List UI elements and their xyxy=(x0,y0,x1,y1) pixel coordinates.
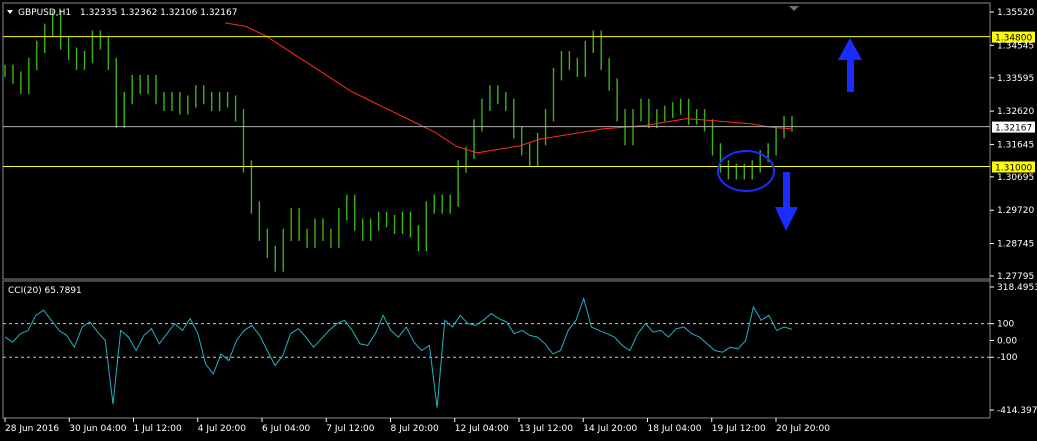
chart-svg: 1.348001.310001.321671.355201.345451.335… xyxy=(0,0,1037,441)
time-tick-label: 14 Jul 20:00 xyxy=(583,424,637,434)
time-tick-label: 6 Jul 04:00 xyxy=(262,424,311,434)
cci-tick-label: -414.3973 xyxy=(997,406,1037,416)
price-tick-label: 1.29720 xyxy=(997,206,1034,216)
chart-ohlc: 1.32335 1.32362 1.32106 1.32167 xyxy=(80,8,237,18)
time-tick-label: 28 Jun 2016 xyxy=(5,424,59,434)
time-tick-label: 30 Jun 04:00 xyxy=(69,424,126,434)
price-tick-label: 1.31645 xyxy=(997,140,1034,150)
chart-symbol: GBPUSD,H1 xyxy=(18,8,71,18)
cci-tick-label: 0.00 xyxy=(997,336,1017,346)
cci-tick-label: 100 xyxy=(997,320,1014,330)
time-tick-label: 4 Jul 20:00 xyxy=(198,424,247,434)
down-arrow-shaft xyxy=(783,172,790,210)
time-tick-label: 12 Jul 04:00 xyxy=(455,424,509,434)
price-tick-label: 1.35520 xyxy=(997,8,1034,18)
price-tick-label: 1.33595 xyxy=(997,74,1034,84)
time-tick-label: 20 Jul 20:00 xyxy=(776,424,830,434)
price-axis: 1.348001.310001.321671.355201.345451.335… xyxy=(990,8,1035,282)
cci-tick-label: -100 xyxy=(997,353,1018,363)
price-tick-label: 1.28745 xyxy=(997,240,1034,250)
chart-background xyxy=(0,0,1037,441)
up-arrow-shaft xyxy=(847,55,854,92)
time-tick-label: 1 Jul 12:00 xyxy=(134,424,183,434)
price-tick-label: 1.34545 xyxy=(997,41,1034,51)
cci-label: CCI(20) 65.7891 xyxy=(8,286,82,296)
price-tick-label: 1.30695 xyxy=(997,173,1034,183)
current-price-label: 1.32167 xyxy=(995,124,1032,134)
time-tick-label: 7 Jul 12:00 xyxy=(326,424,375,434)
time-tick-label: 18 Jul 04:00 xyxy=(648,424,702,434)
time-tick-label: 8 Jul 20:00 xyxy=(391,424,440,434)
cci-tick-label: 318.4953 xyxy=(997,283,1037,293)
price-tick-label: 1.27795 xyxy=(997,272,1034,282)
time-tick-label: 13 Jul 12:00 xyxy=(519,424,573,434)
time-tick-label: 19 Jul 12:00 xyxy=(712,424,766,434)
price-tick-label: 1.32620 xyxy=(997,107,1034,117)
